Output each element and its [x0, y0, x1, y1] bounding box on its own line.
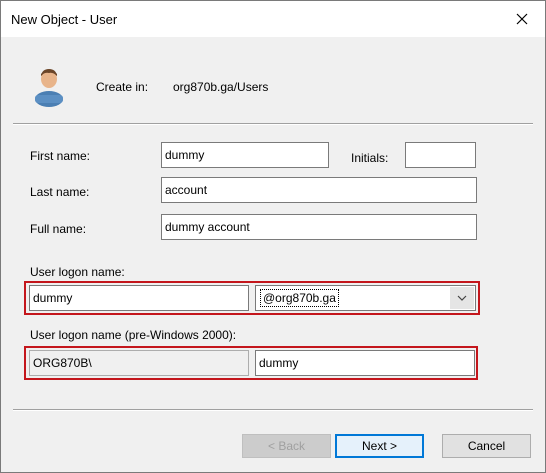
last-name-label: Last name:	[30, 185, 90, 199]
create-in-value: org870b.ga/Users	[173, 80, 269, 94]
pre2000-domain-field: ORG870B\	[29, 350, 249, 376]
close-icon	[516, 13, 528, 25]
user-icon	[35, 69, 63, 107]
pre2000-logon-field[interactable]: dummy	[255, 350, 475, 376]
logon-domain-dropdown-button[interactable]	[450, 287, 474, 309]
title-bar: New Object - User	[1, 1, 545, 37]
logon-domain-select[interactable]: @org870b.ga	[255, 285, 476, 311]
full-name-label: Full name:	[30, 222, 87, 236]
separator-top	[13, 123, 533, 125]
create-in-label: Create in:	[96, 80, 149, 94]
back-button[interactable]: < Back	[242, 434, 331, 458]
separator-bottom	[13, 409, 533, 411]
initials-field[interactable]	[405, 142, 476, 168]
window-title: New Object - User	[11, 12, 118, 27]
cancel-button[interactable]: Cancel	[442, 434, 531, 458]
pre2000-label: User logon name (pre-Windows 2000):	[30, 328, 237, 342]
initials-label: Initials:	[351, 151, 389, 165]
close-button[interactable]	[499, 1, 545, 37]
full-name-field[interactable]: dummy account	[161, 214, 477, 240]
first-name-label: First name:	[30, 149, 91, 163]
new-object-user-dialog: New Object - User Create in: org870b.ga/…	[0, 0, 546, 473]
last-name-field[interactable]: account	[161, 177, 477, 203]
logon-name-field[interactable]: dummy	[29, 285, 249, 311]
first-name-field[interactable]: dummy	[161, 142, 329, 168]
logon-domain-value: @org870b.ga	[260, 289, 339, 307]
chevron-down-icon	[457, 295, 467, 301]
next-button[interactable]: Next >	[335, 434, 424, 458]
logon-name-label: User logon name:	[30, 265, 125, 279]
